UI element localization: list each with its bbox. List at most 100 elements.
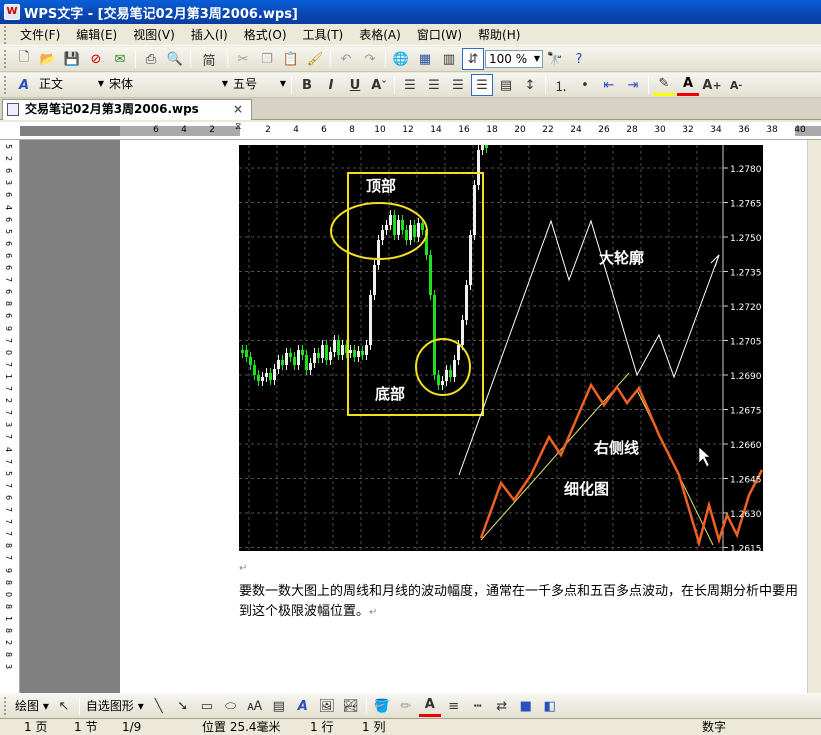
highlight-icon[interactable]: ✎ xyxy=(653,74,675,96)
decrease-indent-icon[interactable]: ⇤ xyxy=(598,74,620,96)
dash-style-icon[interactable]: ┅ xyxy=(467,695,489,717)
hyperlink-icon[interactable]: 🌐 xyxy=(390,48,412,70)
send-mail-icon[interactable]: ✉ xyxy=(109,48,131,70)
grow-font-icon[interactable]: A + xyxy=(701,74,723,96)
price-labels: 1.2780 1.2765 1.2750 1.2735 1.2720 1.2705 1.26… xyxy=(723,165,762,555)
redo-icon[interactable]: ↷ xyxy=(359,48,381,70)
price-label: 1.2660 xyxy=(730,441,762,451)
line-spacing-icon[interactable]: ↕ xyxy=(519,74,541,96)
font-size-select[interactable]: 五号 ▼ xyxy=(230,76,288,94)
simplified-chinese-button[interactable]: 简 xyxy=(195,48,223,70)
close-tab-icon[interactable]: × xyxy=(233,102,243,116)
body-paragraph[interactable]: 要数一数大图上的周线和月线的波动幅度，通常在一千多点和五百多点波动，在长周期分析… xyxy=(239,582,799,623)
menu-insert[interactable]: 插入(I) xyxy=(183,25,236,45)
select-pointer-icon[interactable]: ↖ xyxy=(53,695,75,717)
candle-body xyxy=(357,351,360,357)
toolbar-grip xyxy=(4,697,8,715)
bullets-icon[interactable]: • xyxy=(574,74,596,96)
vruler-tick-label: 5 xyxy=(4,470,14,476)
find-icon[interactable]: 🔭 xyxy=(544,48,566,70)
show-marks-icon[interactable]: ⇵ xyxy=(462,48,484,70)
3d-icon[interactable]: ◧ xyxy=(539,695,561,717)
vertical-textbox-icon[interactable]: ▤ xyxy=(268,695,290,717)
help-icon[interactable]: ? xyxy=(568,48,590,70)
ruler-tick-label: 6 xyxy=(321,125,327,135)
indent-marker-icon[interactable]: ⧖ xyxy=(235,122,244,140)
format-painter-icon[interactable]: 🖌 xyxy=(304,48,326,70)
shrink-font-icon[interactable]: A- xyxy=(725,74,747,96)
menu-table[interactable]: 表格(A) xyxy=(351,25,409,45)
menu-tools[interactable]: 工具(T) xyxy=(295,25,352,45)
insert-table-icon[interactable]: ▦ xyxy=(414,48,436,70)
insert-picture-icon[interactable]: 🏞 xyxy=(340,695,362,717)
columns-icon[interactable]: ▥ xyxy=(438,48,460,70)
line-style-icon[interactable]: ≡ xyxy=(443,695,465,717)
zoom-select[interactable]: 100 % ▼ xyxy=(485,50,543,68)
italic-icon[interactable]: I xyxy=(320,74,342,96)
ruler-tick-label: 12 xyxy=(402,125,414,135)
tab-document[interactable]: 交易笔记02月第3周2006.wps × xyxy=(2,99,253,120)
horizontal-ruler[interactable]: 6 4 2 2 4 6 8 10 12 14 16 18 20 22 24 26 28 30 32 34 36 38 40 … xyxy=(0,122,821,140)
align-center-icon[interactable]: ☰ xyxy=(423,74,445,96)
autoshape-menu-button[interactable]: 自选图形 ▾ xyxy=(83,696,147,716)
fill-color-icon[interactable]: 🪣 xyxy=(371,695,393,717)
mouse-cursor-icon xyxy=(698,446,711,468)
draw-font-color-icon[interactable]: A xyxy=(418,695,441,717)
formatting-toolbar: A 正文 ▼ 宋体 ▼ 五号 ▼ B I U Aˇ ☰ ☰ ☰ ☰ ▤ ↕ ⒈ • ⇤… xyxy=(0,73,821,98)
font-select[interactable]: 宋体 ▼ xyxy=(106,76,230,94)
copy-icon[interactable]: ❐ xyxy=(256,48,278,70)
print-preview-icon[interactable]: 🔍 xyxy=(164,48,186,70)
align-left-icon[interactable]: ☰ xyxy=(399,74,421,96)
draw-menu-button[interactable]: 绘图 ▾ xyxy=(12,696,52,716)
toolbar-separator xyxy=(394,76,395,94)
menu-window[interactable]: 窗口(W) xyxy=(409,25,470,45)
vruler-tick-label: 2 xyxy=(4,398,14,404)
paste-icon[interactable]: 📋 xyxy=(280,48,302,70)
arrow-style-icon[interactable]: ⇄ xyxy=(491,695,513,717)
numbering-icon[interactable]: ⒈ xyxy=(550,74,572,96)
vruler-tick-label: 0 xyxy=(4,349,14,355)
shadow-icon[interactable]: ■ xyxy=(515,695,537,717)
print-icon[interactable]: ⎙ xyxy=(140,48,162,70)
forex-chart-image[interactable]: 顶部 底部 大轮廓 右侧线 细化图 1.2780 1.2765 1.2750 1.27… xyxy=(239,140,764,555)
style-select[interactable]: 正文 ▼ xyxy=(36,76,106,94)
textbox-icon[interactable]: 🗚 xyxy=(244,695,266,717)
char-style-icon[interactable]: Aˇ xyxy=(368,74,390,96)
menu-view[interactable]: 视图(V) xyxy=(125,25,183,45)
candle-body xyxy=(257,375,260,381)
vruler-tick-label: 6 xyxy=(4,192,14,198)
menu-help[interactable]: 帮助(H) xyxy=(470,25,528,45)
open-folder-icon[interactable]: 📂 xyxy=(37,48,59,70)
justify-icon[interactable]: ☰ xyxy=(471,74,493,96)
clipart-icon[interactable]: 🖼 xyxy=(316,695,338,717)
menu-format[interactable]: 格式(O) xyxy=(236,25,295,45)
increase-indent-icon[interactable]: ⇥ xyxy=(622,74,644,96)
bold-icon[interactable]: B xyxy=(296,74,318,96)
wordart-icon[interactable]: A xyxy=(292,695,314,717)
new-document-icon[interactable]: 🗋 xyxy=(13,48,35,70)
vertical-ruler[interactable]: 5 2 6 3 6 4 6 5 6 6 6 7 6 8 6 9 7 0 7 1 7 2 7 3 7 4 7 5 7 6 7 7 7 8 7 9 8 0 8 1… xyxy=(0,140,20,693)
vruler-tick-label: 7 xyxy=(4,410,14,416)
line-color-icon[interactable]: ✏ xyxy=(395,695,417,717)
arrow-icon[interactable]: ➘ xyxy=(172,695,194,717)
ellipse-icon[interactable]: ⬭ xyxy=(220,695,242,717)
vruler-tick-label: 5 xyxy=(4,228,14,234)
undo-icon[interactable]: ↶ xyxy=(335,48,357,70)
close-doc-icon[interactable]: ⊘ xyxy=(85,48,107,70)
cut-icon[interactable]: ✂ xyxy=(232,48,254,70)
styles-icon[interactable]: A xyxy=(13,74,35,96)
rectangle-icon[interactable]: ▭ xyxy=(196,695,218,717)
save-icon[interactable]: 💾 xyxy=(61,48,83,70)
page-margin-area xyxy=(20,140,120,693)
distributed-icon[interactable]: ▤ xyxy=(495,74,517,96)
candle-body xyxy=(321,345,324,358)
vertical-scrollbar[interactable] xyxy=(807,140,821,693)
menu-edit[interactable]: 编辑(E) xyxy=(68,25,125,45)
menu-file[interactable]: 文件(F) xyxy=(12,25,68,45)
line-icon[interactable]: ╲ xyxy=(148,695,170,717)
ruler-tick-label: 40 xyxy=(794,125,806,135)
align-right-icon[interactable]: ☰ xyxy=(447,74,469,96)
vruler-tick-label: 3 xyxy=(4,422,14,428)
font-color-icon[interactable]: A xyxy=(677,74,699,96)
underline-icon[interactable]: U xyxy=(344,74,366,96)
